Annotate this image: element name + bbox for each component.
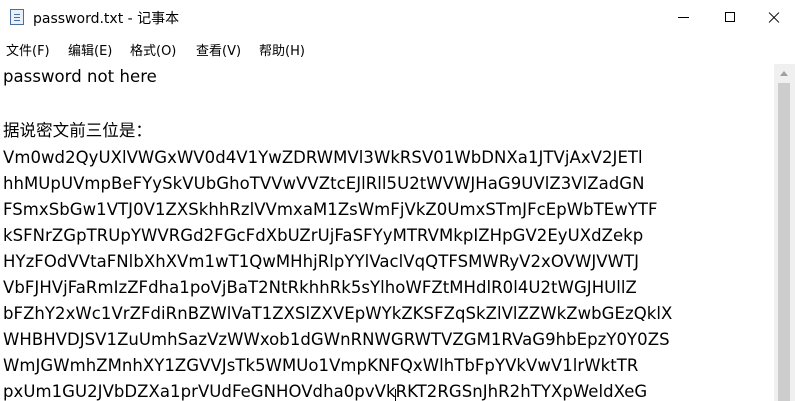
- text-line: pxUm1GU2JVbDZXa1prVUdFeGNHOVdha0pvVkRKT2…: [3, 382, 648, 401]
- arrow-up-icon: [780, 71, 788, 76]
- menu-format[interactable]: 格式(O): [130, 40, 176, 59]
- menu-view[interactable]: 查看(V): [196, 40, 241, 59]
- notepad-icon: [10, 9, 24, 25]
- text-line: kSFNrZGpTRUpYWVRGd2FGcFdXbUZrUjFaSFYyMTR…: [3, 226, 644, 245]
- maximize-icon: [725, 12, 735, 22]
- text-line: password not here: [3, 67, 157, 86]
- text-editor[interactable]: password not here 据说密文前三位是： Vm0wd2QyUXlV…: [0, 64, 774, 401]
- minimize-button[interactable]: [660, 0, 707, 34]
- vertical-scrollbar[interactable]: [774, 64, 795, 401]
- title-bar[interactable]: password.txt - 记事本: [0, 0, 795, 34]
- close-button[interactable]: [750, 0, 795, 34]
- minimize-icon: [678, 17, 689, 18]
- menu-file[interactable]: 文件(F): [6, 40, 50, 59]
- text-line: HYzFOdVVtaFNlbXhXVm1wT1QwMHhjRlpYYlVaclV…: [3, 252, 639, 271]
- maximize-button[interactable]: [707, 0, 754, 34]
- menu-edit[interactable]: 编辑(E): [68, 40, 112, 59]
- text-line: VbFJHVjFaRmIzZFdha1poVjBaT2NtRkhhRk5sYlh…: [3, 278, 637, 297]
- scroll-up-button[interactable]: [774, 64, 795, 82]
- text-caret: [395, 389, 396, 401]
- text-line: Vm0wd2QyUXlVWGxWV0d4V1YwZDRWMVl3WkRSV01W…: [3, 148, 643, 167]
- text-line: FSmxSbGw1VTJ0V1ZXSkhhRzlVVmxaM1ZsWmFjVkZ…: [3, 200, 658, 219]
- text-line: WHBHVDJSV1ZuUmhSazVzWWxob1dGWnRNWGRWTVZG…: [3, 330, 670, 349]
- text-line: bFZhY2xWc1VrZFdiRnBZWlVaT1ZXSlZXVEpWYkZK…: [3, 304, 673, 323]
- scroll-thumb[interactable]: [778, 83, 790, 401]
- window-title: password.txt - 记事本: [33, 11, 180, 27]
- menu-help[interactable]: 帮助(H): [259, 40, 305, 59]
- menu-bar: 文件(F) 编辑(E) 格式(O) 查看(V) 帮助(H): [0, 34, 795, 64]
- text-line: 据说密文前三位是：: [3, 121, 152, 140]
- text-line: hhMUpUVmpBeFYySkVUbGhoTVVwVVZtcEJlRll5U2…: [3, 174, 645, 193]
- text-line: WmJGWmhZMnhXY1ZGVVJsTk5WMUo1VmpKNFQxWlhT…: [3, 356, 639, 375]
- notepad-window: password.txt - 记事本 文件(F) 编辑(E) 格式(O) 查看(…: [0, 0, 795, 401]
